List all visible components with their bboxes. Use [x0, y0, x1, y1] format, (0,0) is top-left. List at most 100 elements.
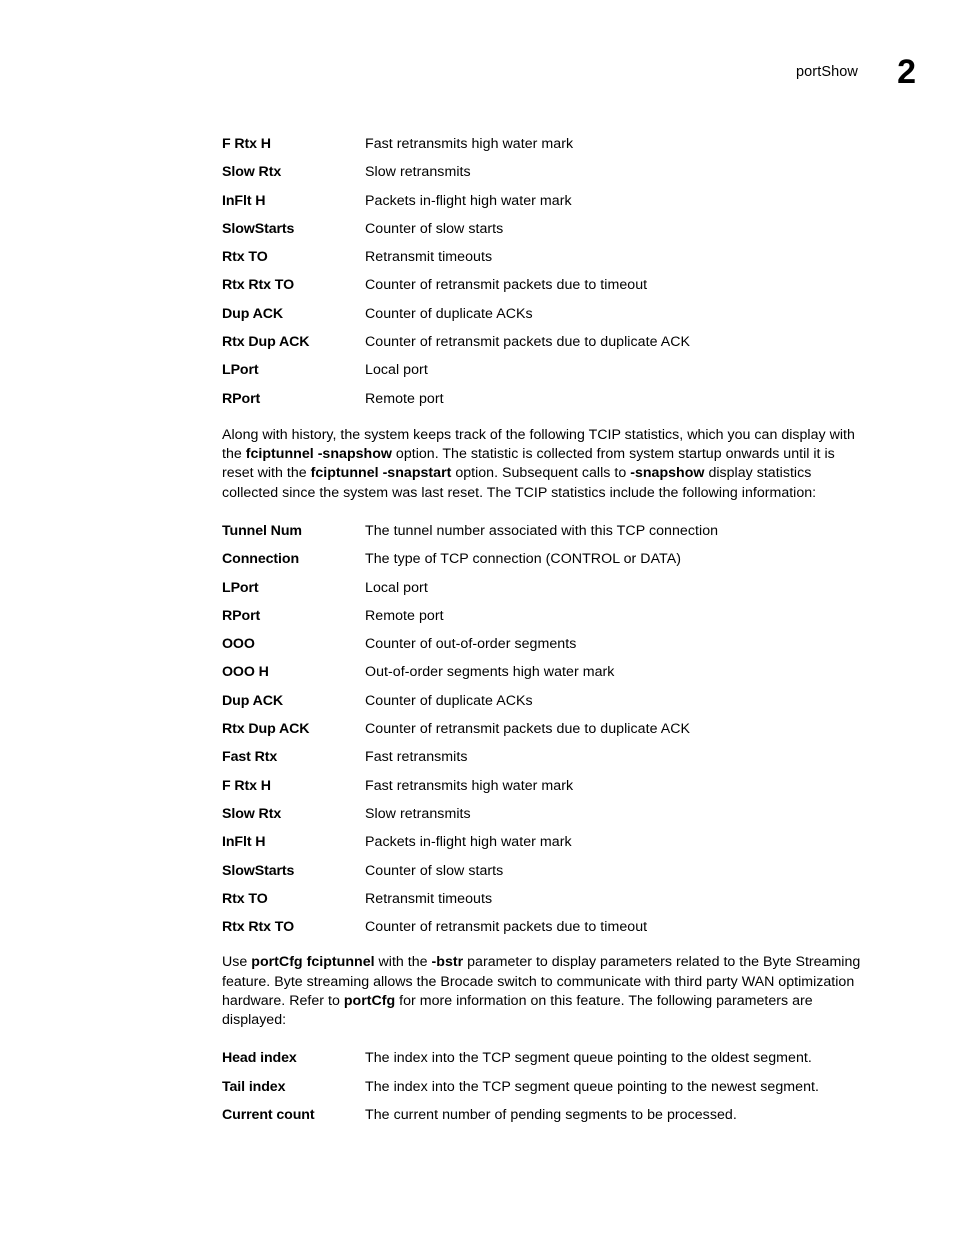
definition-description: Retransmit timeouts [365, 249, 493, 266]
definition-row: F Rtx H Fast retransmits high water mark [222, 130, 870, 158]
definition-description: The type of TCP connection (CONTROL or D… [365, 551, 682, 568]
definition-term: Rtx Rtx TO [222, 277, 295, 294]
definition-description: The current number of pending segments t… [365, 1107, 737, 1124]
definition-term: InFlt H [222, 834, 266, 851]
definition-term: Rtx TO [222, 249, 268, 266]
definition-description: Counter of slow starts [365, 220, 504, 237]
definition-term: RPort [222, 390, 261, 407]
definition-description: The index into the TCP segment queue poi… [365, 1050, 812, 1067]
definition-row: Slow Rtx Slow retransmits [222, 800, 870, 828]
definition-term: Slow Rtx [222, 164, 282, 181]
definition-row: Rtx TO Retransmit timeouts [222, 243, 870, 271]
definition-description: The tunnel number associated with this T… [365, 522, 719, 539]
definition-description: Counter of duplicate ACKs [365, 692, 533, 709]
definition-term: Connection [222, 551, 300, 568]
definition-term: OOO [222, 636, 255, 653]
definition-term: Rtx TO [222, 890, 268, 907]
paragraph-bold-term: fciptunnel -snapstart [310, 465, 452, 482]
paragraph-bold-term: -snapshow [630, 465, 705, 482]
definition-list-byte-streaming: Head index The index into the TCP segment… [222, 1044, 870, 1129]
definition-description: Counter of retransmit packets due to dup… [365, 721, 691, 738]
definition-term: Rtx Dup ACK [222, 721, 310, 738]
definition-description: Counter of slow starts [365, 862, 504, 879]
definition-term: Slow Rtx [222, 805, 282, 822]
definition-description: Counter of out-of-order segments [365, 636, 577, 653]
definition-row: Rtx Dup ACK Counter of retransmit packets… [222, 328, 870, 356]
definition-term: Rtx Rtx TO [222, 919, 295, 936]
paragraph-bold-term: -bstr [431, 954, 464, 971]
paragraph-text: option. Subsequent calls to [451, 465, 631, 482]
definition-row: Slow Rtx Slow retransmits [222, 158, 870, 186]
definition-row: Dup ACK Counter of duplicate ACKs [222, 687, 870, 715]
definition-row: F Rtx H Fast retransmits high water mark [222, 772, 870, 800]
definition-row: Current count The current number of pendi… [222, 1101, 870, 1129]
definition-term: SlowStarts [222, 220, 295, 237]
definition-description: Local port [365, 362, 428, 379]
definition-description: Local port [365, 579, 428, 596]
definition-description: Slow retransmits [365, 805, 471, 822]
definition-term: InFlt H [222, 192, 266, 209]
paragraph-text: Use [222, 954, 252, 971]
definition-description: Counter of retransmit packets due to tim… [365, 277, 648, 294]
definition-row: RPort Remote port [222, 385, 870, 413]
definition-row: Fast Rtx Fast retransmits [222, 743, 870, 771]
definition-row: Connection The type of TCP connection (CO… [222, 545, 870, 573]
definition-description: Fast retransmits [365, 749, 468, 766]
paragraph-text: with the [374, 954, 432, 971]
definition-term: Dup ACK [222, 305, 284, 322]
definition-description: Packets in-flight high water mark [365, 834, 572, 851]
definition-row: Tunnel Num The tunnel number associated w… [222, 517, 870, 545]
definition-row: OOO H Out-of-order segments high water ma… [222, 658, 870, 686]
definition-list-tcp-history: F Rtx H Fast retransmits high water mark S… [222, 130, 870, 413]
definition-row: Rtx Rtx TO Counter of retransmit packets … [222, 913, 870, 941]
definition-description: Counter of retransmit packets due to dup… [365, 334, 691, 351]
definition-term: LPort [222, 362, 259, 379]
definition-row: LPort Local port [222, 574, 870, 602]
definition-description: Remote port [365, 390, 444, 407]
page-content: F Rtx H Fast retransmits high water mark S… [222, 130, 870, 1129]
definition-row: Head index The index into the TCP segment… [222, 1044, 870, 1072]
definition-row: Tail index The index into the TCP segment… [222, 1073, 870, 1101]
definition-description: The index into the TCP segment queue poi… [365, 1078, 820, 1095]
definition-description: Out-of-order segments high water mark [365, 664, 615, 681]
header-command-name: portShow [795, 64, 858, 80]
definition-row: LPort Local port [222, 356, 870, 384]
definition-row: SlowStarts Counter of slow starts [222, 857, 870, 885]
definition-term: RPort [222, 607, 261, 624]
paragraph-bold-term: portCfg fciptunnel [251, 954, 375, 971]
definition-row: Rtx Rtx TO Counter of retransmit packets … [222, 271, 870, 299]
definition-row: OOO Counter of out-of-order segments [222, 630, 870, 658]
definition-term: LPort [222, 579, 259, 596]
definition-row: RPort Remote port [222, 602, 870, 630]
definition-term: Rtx Dup ACK [222, 334, 310, 351]
running-header: portShow 2 [0, 53, 954, 100]
definition-description: Fast retransmits high water mark [365, 777, 574, 794]
definition-term: F Rtx H [222, 777, 271, 794]
definition-description: Counter of duplicate ACKs [365, 305, 533, 322]
definition-row: SlowStarts Counter of slow starts [222, 215, 870, 243]
paragraph-tcip-statistics-intro: Along with history, the system keeps tra… [222, 426, 870, 503]
paragraph-bold-term: portCfg [343, 992, 396, 1009]
definition-description: Retransmit timeouts [365, 890, 493, 907]
definition-description: Remote port [365, 607, 444, 624]
definition-term: Dup ACK [222, 692, 284, 709]
definition-term: F Rtx H [222, 136, 271, 152]
definition-row: InFlt H Packets in-flight high water mark [222, 828, 870, 856]
definition-term: Head index [222, 1050, 297, 1067]
paragraph-byte-streaming-intro: Use portCfg fciptunnel with the -bstr pa… [222, 953, 870, 1030]
definition-term: Fast Rtx [222, 749, 278, 766]
definition-term: Current count [222, 1107, 315, 1124]
definition-row: InFlt H Packets in-flight high water mark [222, 187, 870, 215]
definition-row: Dup ACK Counter of duplicate ACKs [222, 300, 870, 328]
definition-term: Tail index [222, 1078, 286, 1095]
definition-description: Packets in-flight high water mark [365, 192, 572, 209]
definition-row: Rtx TO Retransmit timeouts [222, 885, 870, 913]
header-chapter-number: 2 [897, 53, 916, 91]
document-page: portShow 2 F Rtx H Fast retransmits high … [0, 0, 954, 1235]
definition-term: SlowStarts [222, 862, 295, 879]
definition-row: Rtx Dup ACK Counter of retransmit packets… [222, 715, 870, 743]
definition-description: Counter of retransmit packets due to tim… [365, 919, 648, 936]
definition-description: Fast retransmits high water mark [365, 136, 574, 152]
definition-list-tcip-statistics: Tunnel Num The tunnel number associated w… [222, 517, 870, 941]
definition-term: Tunnel Num [222, 522, 302, 539]
